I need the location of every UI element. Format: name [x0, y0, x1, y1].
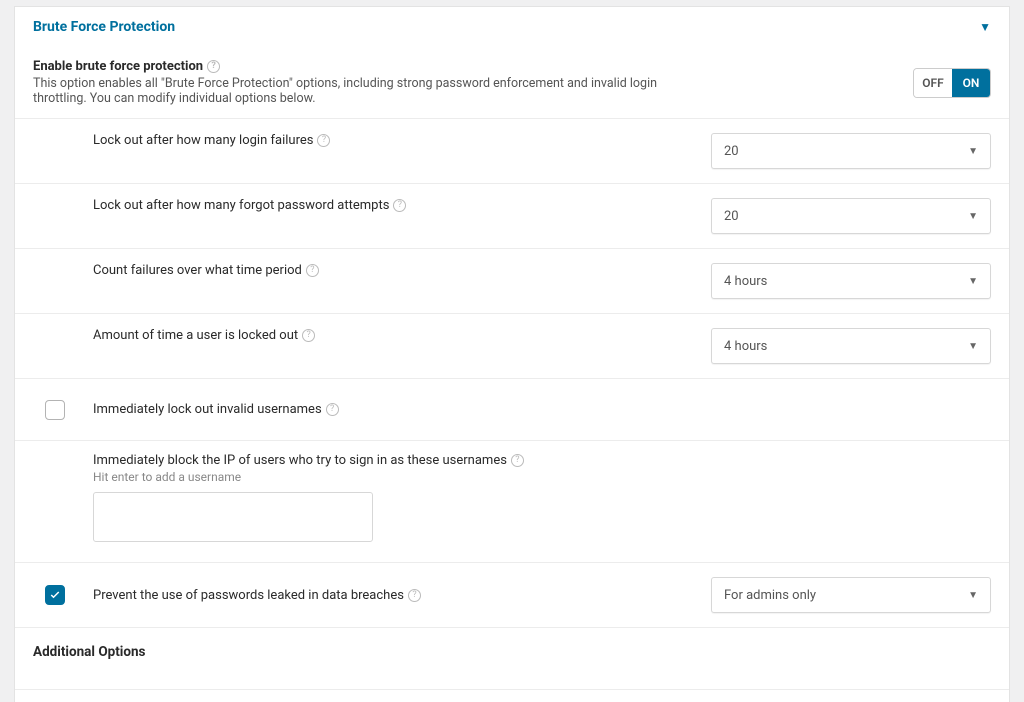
- block-ip-row: Immediately block the IP of users who tr…: [15, 440, 1009, 562]
- additional-options-heading: Additional Options: [33, 644, 146, 660]
- help-icon[interactable]: ?: [408, 589, 421, 602]
- toggle-on[interactable]: ON: [952, 69, 990, 97]
- help-icon[interactable]: ?: [207, 60, 220, 73]
- login-failures-select[interactable]: 20 ▼: [711, 133, 991, 169]
- help-icon[interactable]: ?: [306, 264, 319, 277]
- invalid-usernames-row: Immediately lock out invalid usernames ?: [15, 378, 1009, 440]
- leaked-passwords-row: Prevent the use of passwords leaked in d…: [15, 562, 1009, 627]
- leaked-passwords-checkbox[interactable]: [45, 585, 65, 605]
- help-icon[interactable]: ?: [326, 403, 339, 416]
- leaked-passwords-label: Prevent the use of passwords leaked in d…: [93, 588, 421, 603]
- chevron-down-icon: ▼: [968, 276, 978, 287]
- invalid-usernames-label: Immediately lock out invalid usernames ?: [93, 402, 339, 417]
- help-icon[interactable]: ?: [317, 134, 330, 147]
- lockout-time-label: Amount of time a user is locked out ?: [93, 328, 315, 343]
- chevron-down-icon: ▼: [968, 211, 978, 222]
- chevron-down-icon[interactable]: ▼: [979, 20, 991, 34]
- panel-header[interactable]: Brute Force Protection ▼: [15, 7, 1009, 55]
- block-ip-label: Immediately block the IP of users who tr…: [93, 453, 991, 468]
- brute-force-protection-panel: Brute Force Protection ▼ Enable brute fo…: [14, 6, 1010, 702]
- block-ip-hint: Hit enter to add a username: [93, 470, 991, 484]
- time-period-row: Count failures over what time period ? 4…: [15, 248, 1009, 313]
- check-icon: [49, 589, 61, 601]
- chevron-down-icon: ▼: [968, 146, 978, 157]
- enable-row: Enable brute force protection ? This opt…: [15, 55, 1009, 118]
- time-period-label: Count failures over what time period ?: [93, 263, 319, 278]
- toggle-off[interactable]: OFF: [914, 69, 952, 97]
- forgot-password-row: Lock out after how many forgot password …: [15, 183, 1009, 248]
- chevron-down-icon: ▼: [968, 341, 978, 352]
- invalid-usernames-checkbox[interactable]: [45, 400, 65, 420]
- help-icon[interactable]: ?: [511, 454, 524, 467]
- enable-toggle[interactable]: OFF ON: [913, 68, 991, 98]
- leaked-passwords-select[interactable]: For admins only ▼: [711, 577, 991, 613]
- block-ip-input[interactable]: [93, 492, 373, 542]
- login-failures-label: Lock out after how many login failures ?: [93, 133, 330, 148]
- additional-options-heading-row: Additional Options: [15, 627, 1009, 689]
- chevron-down-icon: ▼: [968, 590, 978, 601]
- login-failures-row: Lock out after how many login failures ?…: [15, 118, 1009, 183]
- panel-title: Brute Force Protection: [33, 19, 175, 35]
- enable-title: Enable brute force protection ?: [33, 59, 691, 74]
- enable-description: This option enables all "Brute Force Pro…: [33, 76, 691, 106]
- strong-passwords-row: Enforce strong passwords ? Force admins …: [15, 689, 1009, 702]
- forgot-password-label: Lock out after how many forgot password …: [93, 198, 406, 213]
- help-icon[interactable]: ?: [393, 199, 406, 212]
- help-icon[interactable]: ?: [302, 329, 315, 342]
- lockout-time-select[interactable]: 4 hours ▼: [711, 328, 991, 364]
- lockout-time-row: Amount of time a user is locked out ? 4 …: [15, 313, 1009, 378]
- time-period-select[interactable]: 4 hours ▼: [711, 263, 991, 299]
- forgot-password-select[interactable]: 20 ▼: [711, 198, 991, 234]
